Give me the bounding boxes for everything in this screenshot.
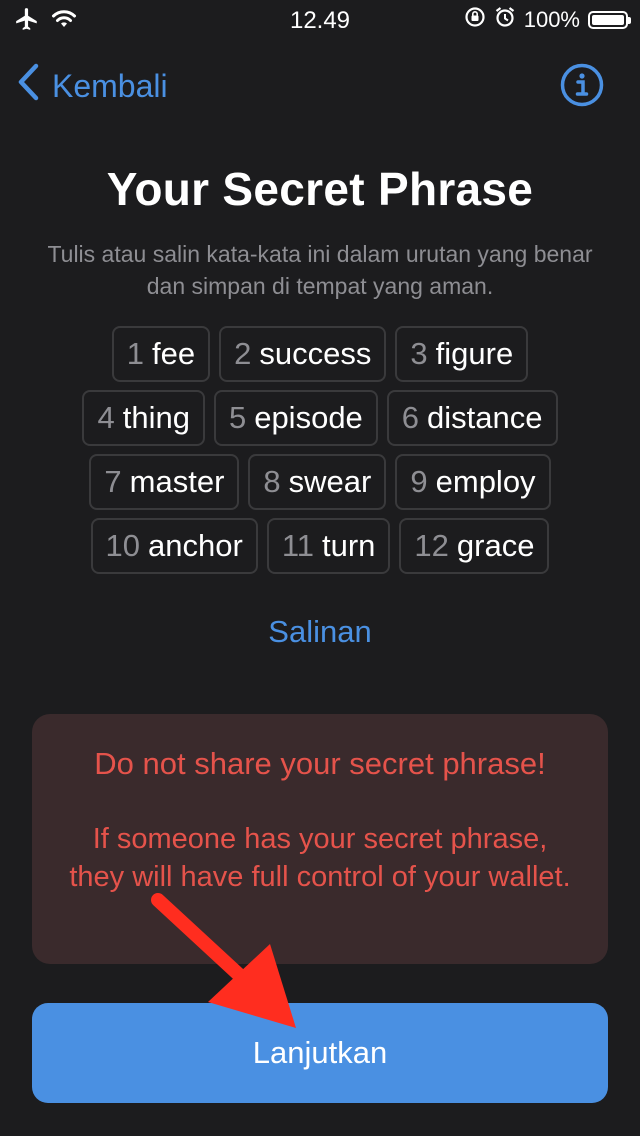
word-text: fee — [152, 336, 196, 371]
back-button[interactable]: Kembali — [16, 62, 168, 110]
warning-title: Do not share your secret phrase! — [94, 746, 546, 781]
secret-phrase-grid: 1 fee 2 success 3 figure 4 thing 5 episode 6d… — [0, 326, 640, 582]
word-text: anchor — [148, 528, 243, 563]
word-row: 7 master 8 swear 9 employ — [0, 454, 640, 510]
word-text: figure — [435, 336, 514, 371]
copy-button[interactable]: Salinan — [0, 614, 640, 650]
word-row: 1 fee 2 success 3 figure — [0, 326, 640, 382]
word-number: 2 — [234, 336, 252, 371]
word-chip: 4 thing — [82, 390, 205, 446]
word-row: 4 thing 5 episode 6 distance — [0, 390, 640, 446]
word-text: grace — [456, 528, 535, 563]
word-number: 10 — [105, 528, 141, 563]
word-number: 5 — [228, 400, 247, 435]
word-chip: 6 distance — [386, 390, 558, 446]
word-text: employ — [435, 464, 536, 499]
status-bar: 12.49 100% — [0, 0, 640, 40]
word-chip: 11 turn — [266, 518, 391, 574]
word-number: 7 — [104, 464, 122, 499]
word-number: 11 — [281, 528, 314, 563]
word-text: episode — [254, 400, 363, 435]
word-row: 10 anchor 11 turn 12 grace — [0, 518, 640, 574]
word-chip: 2 success — [219, 326, 387, 382]
word-chip: 7 master — [89, 454, 240, 510]
word-text: thing — [122, 400, 190, 435]
word-number: 8 — [263, 464, 281, 499]
word-number: 6 — [401, 400, 420, 435]
info-button[interactable] — [560, 63, 604, 107]
word-number: 1 — [126, 336, 145, 371]
status-right: 100% — [464, 6, 631, 34]
word-chip: 12 grace — [399, 518, 550, 574]
chevron-left-icon — [16, 62, 42, 110]
back-label: Kembali — [52, 67, 168, 104]
continue-button[interactable]: Lanjutkan — [32, 1003, 608, 1103]
warning-box: Do not share your secret phrase! If some… — [32, 714, 608, 964]
word-text: swear — [288, 464, 372, 499]
word-chip: 5 episode — [213, 390, 378, 446]
word-number: 12 — [414, 528, 449, 563]
word-number: 9 — [410, 464, 428, 499]
word-text: success — [259, 336, 372, 371]
battery-icon — [588, 11, 631, 29]
info-icon — [560, 63, 604, 107]
word-text: turn — [322, 528, 376, 563]
word-chip: 1 fee — [111, 326, 211, 382]
word-chip: 3 figure — [395, 326, 529, 382]
word-number: 4 — [97, 400, 115, 435]
word-text: distance — [427, 400, 543, 435]
rotation-lock-icon — [464, 6, 486, 34]
word-chip: 8 swear — [248, 454, 387, 510]
battery-percent: 100% — [523, 7, 580, 32]
warning-body: If someone has your secret phrase, they … — [69, 823, 571, 893]
page-title: Your Secret Phrase — [106, 163, 534, 215]
word-number: 3 — [410, 336, 428, 371]
word-text: master — [129, 464, 225, 499]
word-chip: 9 employ — [395, 454, 551, 510]
page-subtitle: Tulis atau salin kata-kata ini dalam uru… — [47, 241, 593, 299]
alarm-icon — [494, 6, 516, 34]
word-chip: 10 anchor — [90, 518, 258, 574]
